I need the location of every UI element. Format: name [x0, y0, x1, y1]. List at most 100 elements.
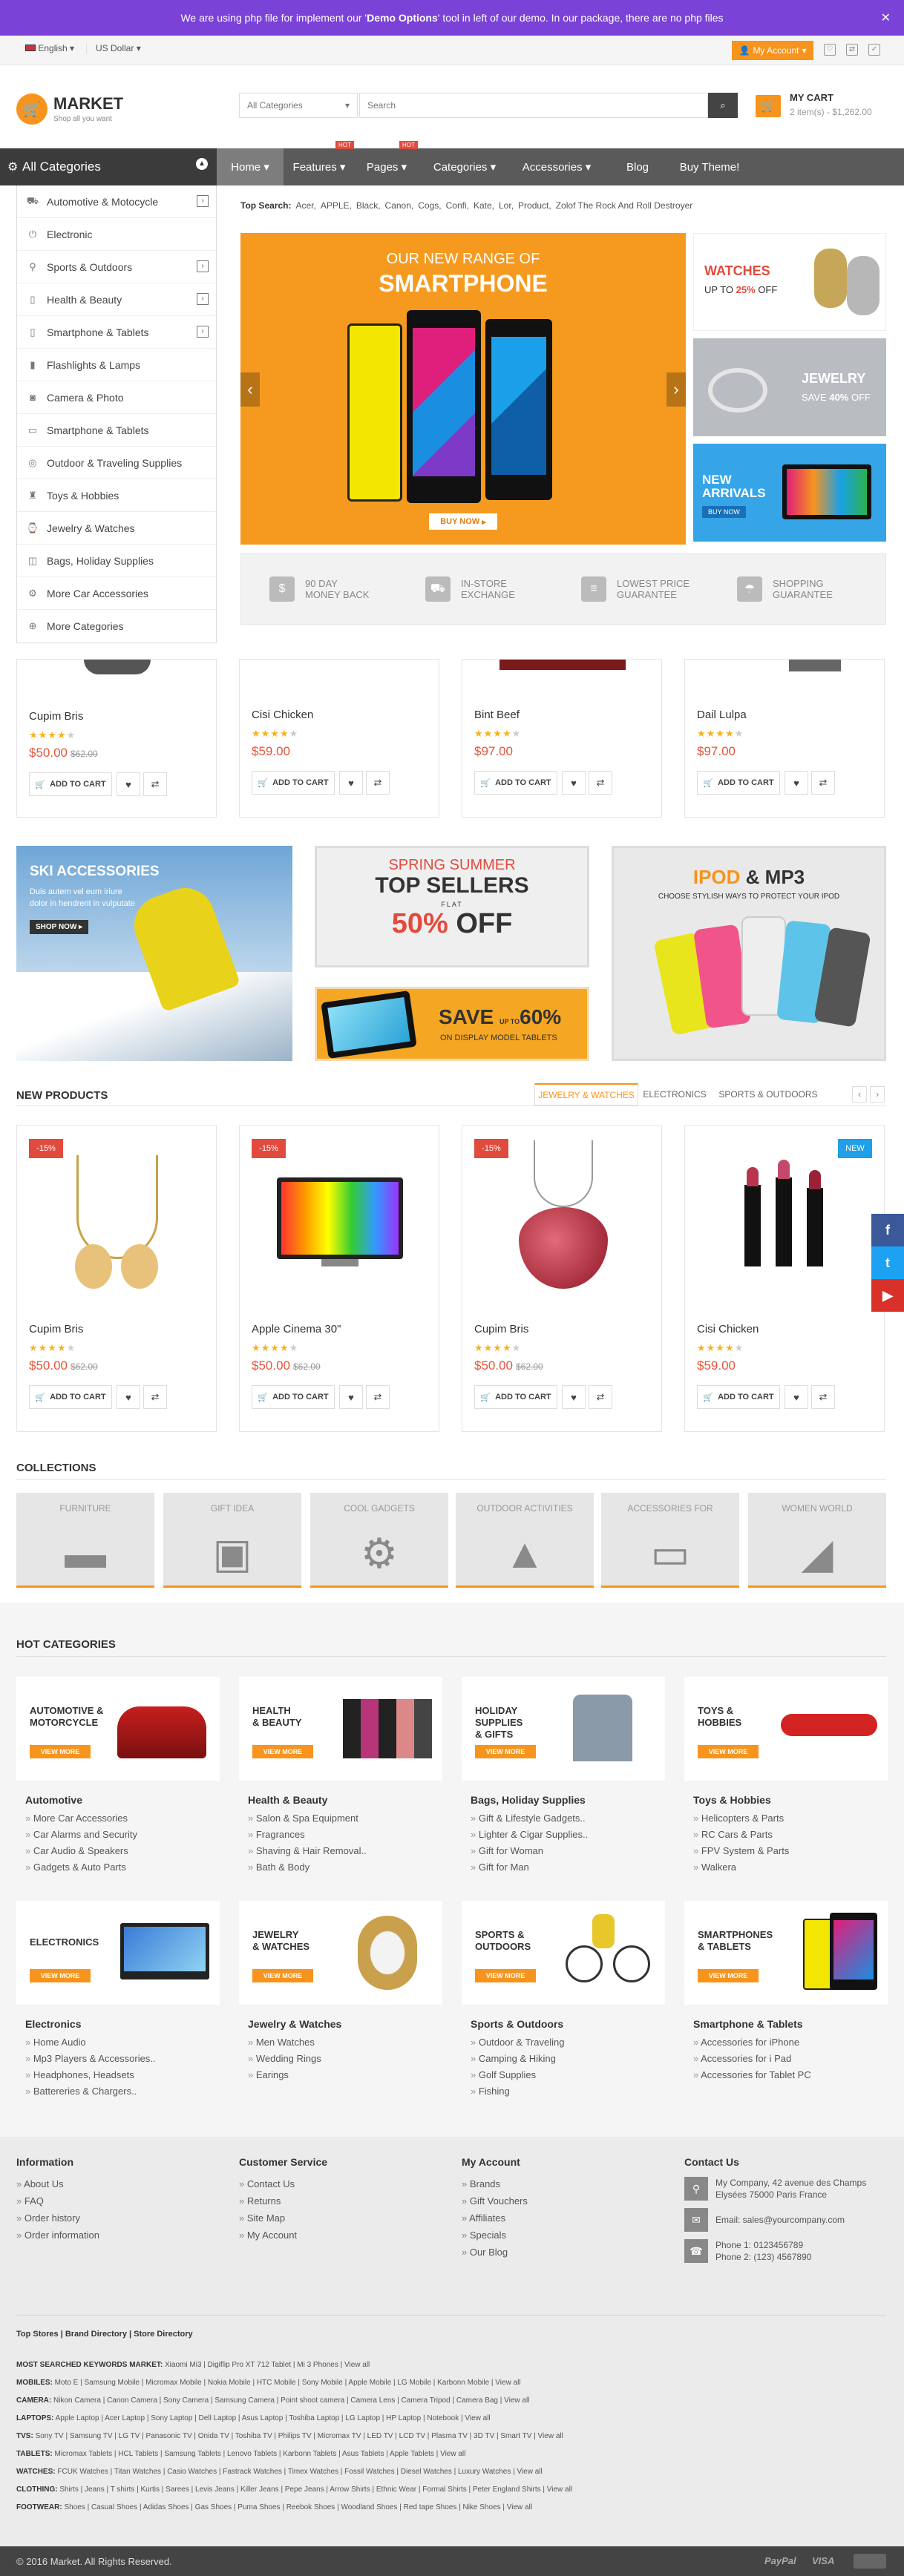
- top-search-term[interactable]: Kate,: [474, 200, 494, 211]
- cart-title[interactable]: MY CART: [790, 92, 833, 103]
- compare-icon[interactable]: ⇄: [589, 771, 612, 795]
- tag-row[interactable]: TABLETS: Micromax Tablets | HCL Tablets …: [16, 2450, 465, 2458]
- top-search-term[interactable]: APPLE,: [321, 200, 352, 211]
- tab-electronics[interactable]: ELECTRONICS: [641, 1083, 708, 1105]
- top-search-term[interactable]: Lor,: [499, 200, 514, 211]
- banner-jewelry[interactable]: JEWELRY SAVE 40% OFF: [693, 338, 886, 436]
- checkout-icon[interactable]: ✓: [868, 44, 880, 56]
- hot-list-title[interactable]: Jewelry & Watches: [248, 2018, 341, 2030]
- hot-card-smartphones[interactable]: SMARTPHONES & TABLETS VIEW MORE: [684, 1901, 888, 2005]
- wishlist-heart-icon[interactable]: ♥: [785, 771, 808, 795]
- top-search-term[interactable]: Zolof The Rock And Roll Destroyer: [556, 200, 693, 211]
- tag-row-values[interactable]: Sony TV | Samsung TV | LG TV | Panasonic…: [36, 2432, 563, 2440]
- product-name[interactable]: Cupim Bris: [474, 1323, 528, 1335]
- search-input[interactable]: Search: [359, 93, 708, 118]
- wishlist-heart-icon[interactable]: ♥: [562, 1385, 586, 1409]
- hot-list-link[interactable]: Earings: [248, 2067, 321, 2083]
- product-name[interactable]: Cupim Bris: [29, 1323, 83, 1335]
- logo[interactable]: 🛒 MARKET Shop all you want: [16, 93, 123, 125]
- product-card[interactable]: Dail Lulpa ★★★★★ $97.00 🛒 ADD TO CART ♥ ⇄: [684, 659, 885, 818]
- compare-icon[interactable]: ⇄: [846, 44, 858, 56]
- chevron-right-icon[interactable]: ›: [197, 293, 209, 305]
- hot-list-title[interactable]: Bags, Holiday Supplies: [471, 1794, 586, 1806]
- banner-save-tablets[interactable]: SAVE UP TO60% ON DISPLAY MODEL TABLETS: [315, 987, 589, 1061]
- product-name[interactable]: Apple Cinema 30": [252, 1323, 341, 1335]
- tag-row-values[interactable]: Moto E | Samsung Mobile | Micromax Mobil…: [55, 2379, 521, 2387]
- slide-next-arrow-icon[interactable]: ›: [666, 372, 686, 407]
- collection-furniture[interactable]: FURNITURE ▬: [16, 1493, 154, 1588]
- hot-list-link[interactable]: Gift & Lifestyle Gadgets..: [471, 1810, 588, 1827]
- footer-link[interactable]: Order history: [16, 2209, 99, 2227]
- sidebar-item-flashlights[interactable]: ▮ Flashlights & Lamps: [17, 349, 216, 381]
- hot-list-link[interactable]: Outdoor & Traveling: [471, 2034, 565, 2051]
- product-card[interactable]: -15% Cupim Bris ★★★★★ $50.00 $62.00 🛒 ADD …: [462, 1125, 662, 1432]
- add-to-cart-button[interactable]: 🛒 ADD TO CART: [29, 1385, 112, 1409]
- sidebar-item-car-accessories[interactable]: ⚙ More Car Accessories: [17, 577, 216, 610]
- nav-features[interactable]: HOT Features ▾: [284, 141, 355, 185]
- hot-list-link[interactable]: Gift for Man: [471, 1859, 588, 1876]
- wishlist-heart-icon[interactable]: ♥: [562, 771, 586, 795]
- banner-new-arrivals[interactable]: NEW ARRIVALS BUY NOW: [693, 444, 886, 542]
- hot-list-link[interactable]: Golf Supplies: [471, 2067, 564, 2083]
- hot-list-title[interactable]: Toys & Hobbies: [693, 1794, 771, 1806]
- add-to-cart-button[interactable]: 🛒 ADD TO CART: [474, 771, 557, 795]
- compare-icon[interactable]: ⇄: [811, 771, 835, 795]
- collection-cool-gadgets[interactable]: COOL GADGETS ⚙: [310, 1493, 448, 1588]
- slide-prev-arrow-icon[interactable]: ‹: [240, 372, 260, 407]
- view-more-button[interactable]: VIEW MORE: [252, 1969, 313, 1982]
- product-card[interactable]: Bint Beef ★★★★★ $97.00 🛒 ADD TO CART ♥ ⇄: [462, 659, 662, 818]
- hot-list-title[interactable]: Automotive: [25, 1794, 82, 1806]
- wishlist-heart-icon[interactable]: ♥: [785, 1385, 808, 1409]
- hot-list-link[interactable]: Helicopters & Parts: [693, 1810, 789, 1827]
- search-category-select[interactable]: All Categories ▾: [239, 93, 358, 118]
- nav-home[interactable]: Home ▾: [217, 148, 284, 185]
- product-name[interactable]: Cupim Bris: [29, 710, 83, 723]
- product-card[interactable]: -15% Apple Cinema 30" ★★★★★ $50.00 $62.00…: [239, 1125, 439, 1432]
- hot-card-jewelry[interactable]: JEWELRY & WATCHES VIEW MORE: [239, 1901, 442, 2005]
- hot-list-title[interactable]: Smartphone & Tablets: [693, 2018, 803, 2030]
- banner-ipod[interactable]: IPOD & MP3 CHOOSE STYLISH WAYS TO PROTEC…: [612, 846, 886, 1061]
- sidebar-item-smartphone[interactable]: ▯ Smartphone & Tablets ›: [17, 316, 216, 349]
- sidebar-item-automotive[interactable]: ⛟ Automotive & Motocycle ›: [17, 185, 216, 218]
- hot-list-link[interactable]: Gift for Woman: [471, 1843, 588, 1859]
- hot-list-link[interactable]: Mp3 Players & Accessories..: [25, 2051, 156, 2067]
- nav-accessories[interactable]: Accessories ▾: [511, 148, 603, 185]
- stores-title[interactable]: Top Stores | Brand Directory | Store Dir…: [16, 2330, 193, 2339]
- hot-list-link[interactable]: Camping & Hiking: [471, 2051, 564, 2067]
- wishlist-heart-icon[interactable]: ♥: [339, 771, 363, 795]
- nav-blog[interactable]: Blog: [603, 148, 672, 185]
- banner-watches[interactable]: WATCHES UP TO 25% OFF: [693, 233, 886, 331]
- hot-list-link[interactable]: More Car Accessories: [25, 1810, 137, 1827]
- hot-list-link[interactable]: Headphones, Headsets: [25, 2067, 156, 2083]
- sidebar-item-outdoor[interactable]: ◎ Outdoor & Traveling Supplies: [17, 447, 216, 479]
- hot-list-link[interactable]: Accessories for i Pad: [693, 2051, 811, 2067]
- hot-list-link[interactable]: FPV System & Parts: [693, 1843, 789, 1859]
- product-name[interactable]: Cisi Chicken: [252, 709, 313, 721]
- compare-icon[interactable]: ⇄: [589, 1385, 612, 1409]
- youtube-icon[interactable]: ▶: [871, 1279, 904, 1312]
- language-select[interactable]: English ▾: [25, 43, 74, 53]
- hot-card-electronics[interactable]: ELECTRONICS VIEW MORE: [16, 1901, 220, 2005]
- hot-list-link[interactable]: Wedding Rings: [248, 2051, 321, 2067]
- sidebar-item-jewelry[interactable]: ⌚ Jewelry & Watches: [17, 512, 216, 545]
- footer-link[interactable]: Specials: [462, 2227, 528, 2244]
- top-search-term[interactable]: Product,: [518, 200, 551, 211]
- hot-list-link[interactable]: Accessories for Tablet PC: [693, 2067, 811, 2083]
- footer-link[interactable]: Contact Us: [239, 2175, 297, 2192]
- buy-now-button[interactable]: BUY NOW ▸: [429, 513, 497, 530]
- chevron-right-icon[interactable]: ›: [197, 260, 209, 272]
- product-card[interactable]: Cisi Chicken ★★★★★ $59.00 🛒 ADD TO CART ♥…: [239, 659, 439, 818]
- sidebar-item-sports[interactable]: ⚲ Sports & Outdoors ›: [17, 251, 216, 283]
- product-card[interactable]: Cupim Bris ★★★★★ $50.00 $62.00 🛒 ADD TO CA…: [16, 659, 217, 818]
- tag-row-values[interactable]: Shoes | Casual Shoes | Adidas Shoes | Ga…: [64, 2503, 532, 2511]
- tab-next-icon[interactable]: ›: [870, 1086, 885, 1103]
- product-card[interactable]: -15% Cupim Bris ★★★★★ $50.00 $62.00 🛒 ADD …: [16, 1125, 217, 1432]
- hot-list-link[interactable]: Salon & Spa Equipment: [248, 1810, 367, 1827]
- product-name[interactable]: Cisi Chicken: [697, 1323, 759, 1335]
- compare-icon[interactable]: ⇄: [143, 772, 167, 796]
- view-more-button[interactable]: VIEW MORE: [475, 1745, 536, 1758]
- footer-link[interactable]: Returns: [239, 2192, 297, 2209]
- hot-list-link[interactable]: Home Audio: [25, 2034, 156, 2051]
- top-search-term[interactable]: Canon,: [385, 200, 414, 211]
- hot-list-link[interactable]: Lighter & Cigar Supplies..: [471, 1827, 588, 1843]
